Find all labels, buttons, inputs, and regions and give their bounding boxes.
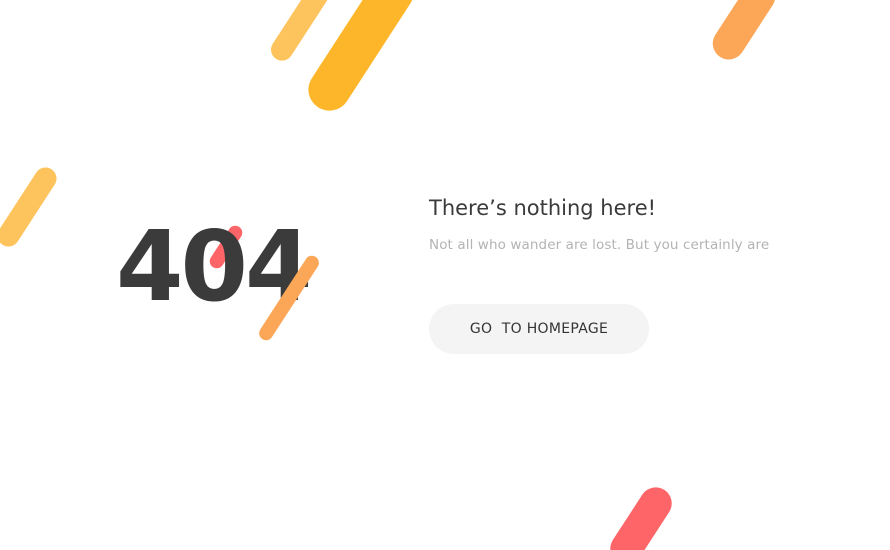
stripe-top-left-large — [300, 0, 422, 119]
page-subtitle: Not all who wander are lost. But you cer… — [429, 237, 770, 253]
error-code-graphic: 404 — [116, 212, 336, 343]
stripe-left-edge — [0, 163, 61, 251]
stripe-top-left-small — [266, 0, 334, 65]
go-to-homepage-button[interactable]: GO TO HOMEPAGE — [429, 304, 649, 354]
stripe-bottom — [604, 481, 678, 550]
error-message-panel: There’s nothing here! Not all who wander… — [429, 192, 770, 354]
stripe-top-right — [706, 0, 782, 66]
page-title: There’s nothing here! — [429, 196, 657, 220]
